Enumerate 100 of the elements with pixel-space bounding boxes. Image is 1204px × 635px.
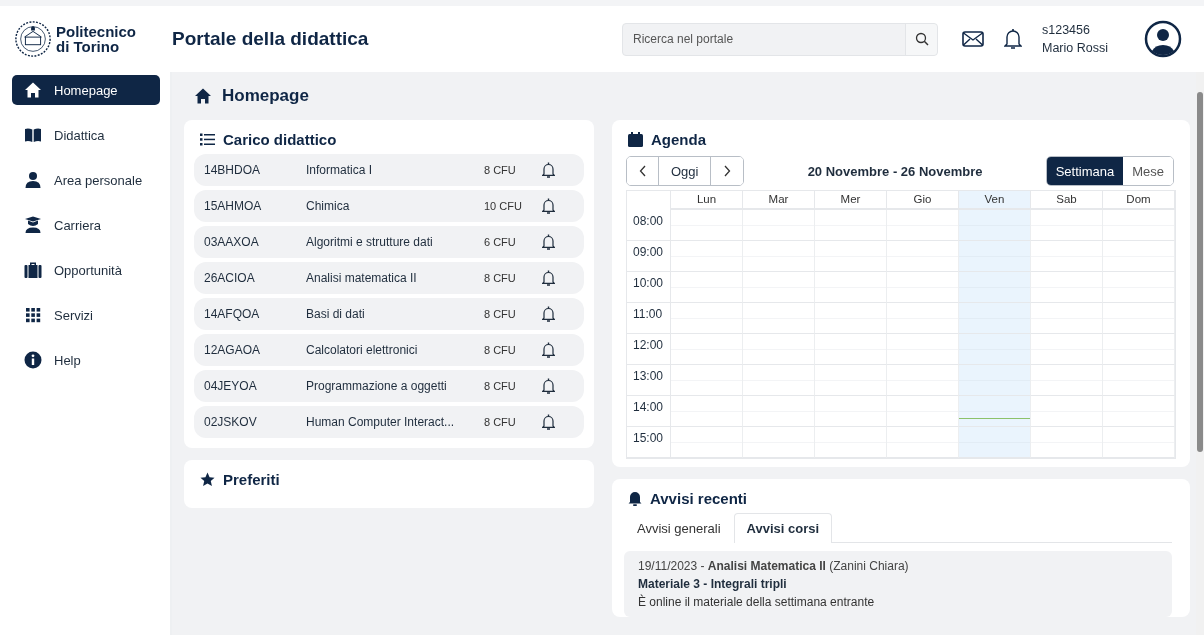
calendar-slot[interactable] — [1103, 365, 1175, 396]
course-row[interactable]: 02JSKOV Human Computer Interact... 8 CFU — [194, 406, 584, 438]
course-row[interactable]: 26ACIOA Analisi matematica II 8 CFU — [194, 262, 584, 294]
bell-icon[interactable] — [542, 270, 555, 286]
sidebar-item[interactable]: Didattica — [12, 120, 160, 150]
calendar-slot[interactable] — [1031, 210, 1103, 241]
calendar-slot[interactable] — [815, 241, 887, 272]
calendar-slot[interactable] — [1103, 272, 1175, 303]
calendar-slot[interactable] — [959, 334, 1031, 365]
calendar-slot[interactable] — [959, 272, 1031, 303]
calendar-slot[interactable] — [1103, 303, 1175, 334]
calendar-slot[interactable] — [671, 396, 743, 427]
calendar-slot[interactable] — [743, 396, 815, 427]
calendar-slot[interactable] — [743, 241, 815, 272]
calendar-slot[interactable] — [815, 396, 887, 427]
calendar-slot[interactable] — [1031, 365, 1103, 396]
calendar-slot[interactable] — [743, 210, 815, 241]
notice-meta: 19/11/2023 - Analisi Matematica II (Zanini Chiara) — [638, 559, 910, 573]
calendar-slot[interactable] — [815, 334, 887, 365]
calendar-slot[interactable] — [1031, 334, 1103, 365]
course-name: Algoritmi e strutture dati — [306, 235, 434, 249]
user-avatar-icon[interactable] — [1144, 20, 1182, 58]
course-code: 15AHMOA — [204, 199, 263, 213]
calendar-slot[interactable] — [671, 241, 743, 272]
sidebar-item[interactable]: Opportunità — [12, 255, 160, 285]
calendar-slot[interactable] — [887, 303, 959, 334]
calendar-slot[interactable] — [671, 427, 743, 458]
calendar-slot[interactable] — [959, 210, 1031, 241]
course-row[interactable]: 14BHDOA Informatica I 8 CFU — [194, 154, 584, 186]
calendar-slot[interactable] — [743, 272, 815, 303]
notification-bell-icon[interactable] — [1004, 28, 1022, 50]
bell-icon[interactable] — [542, 414, 555, 430]
sidebar-item[interactable]: Area personale — [12, 165, 160, 195]
search-button[interactable] — [905, 23, 937, 55]
calendar-slot[interactable] — [1031, 272, 1103, 303]
calendar-slot[interactable] — [671, 210, 743, 241]
calendar-slot[interactable] — [1031, 241, 1103, 272]
calendar-slot[interactable] — [1103, 334, 1175, 365]
notice-tab[interactable]: Avvisi corsi — [733, 513, 833, 543]
course-row[interactable]: 15AHMOA Chimica 10 CFU — [194, 190, 584, 222]
calendar-slot[interactable] — [671, 303, 743, 334]
calendar-slot[interactable] — [959, 427, 1031, 458]
sidebar-item[interactable]: Servizi — [12, 300, 160, 330]
calendar-slot[interactable] — [743, 303, 815, 334]
course-name: Informatica I — [306, 163, 374, 177]
graduate-icon — [24, 216, 42, 234]
sidebar-item[interactable]: Homepage — [12, 75, 160, 105]
star-icon — [200, 471, 215, 487]
calendar-slot[interactable] — [815, 272, 887, 303]
calendar-slot[interactable] — [887, 396, 959, 427]
calendar-slot[interactable] — [743, 427, 815, 458]
calendar-slot[interactable] — [887, 210, 959, 241]
calendar-slot[interactable] — [887, 272, 959, 303]
calendar-slot[interactable] — [887, 241, 959, 272]
bell-icon[interactable] — [542, 198, 555, 214]
sidebar-item[interactable]: Carriera — [12, 210, 160, 240]
calendar-slot[interactable] — [671, 272, 743, 303]
calendar-slot[interactable] — [959, 396, 1031, 427]
home-icon — [194, 87, 212, 105]
previous-button[interactable] — [627, 157, 659, 185]
calendar-slot[interactable] — [815, 303, 887, 334]
calendar-slot[interactable] — [959, 241, 1031, 272]
calendar-slot[interactable] — [671, 334, 743, 365]
view-toggle[interactable]: Settimana — [1046, 157, 1124, 185]
card-title: Agenda — [651, 130, 706, 148]
calendar-slot[interactable] — [1031, 303, 1103, 334]
bell-icon[interactable] — [542, 162, 555, 178]
calendar-slot[interactable] — [815, 365, 887, 396]
course-row[interactable]: 12AGAOA Calcolatori elettronici 8 CFU — [194, 334, 584, 366]
search-input[interactable]: Ricerca nel portale — [623, 23, 905, 55]
calendar-slot[interactable] — [959, 365, 1031, 396]
calendar-slot[interactable] — [887, 334, 959, 365]
search-field[interactable]: Ricerca nel portale — [622, 22, 938, 56]
bell-icon[interactable] — [542, 234, 555, 250]
calendar-slot[interactable] — [1031, 427, 1103, 458]
bell-icon[interactable] — [542, 342, 555, 358]
bell-icon[interactable] — [542, 306, 555, 322]
notice-item[interactable]: 19/11/2023 - Analisi Matematica II (Zanini Chiara) Materiale 3 - Integrali tripli È online il materiale della settimana entrante — [624, 551, 1172, 617]
calendar-slot[interactable] — [1103, 396, 1175, 427]
calendar-slot[interactable] — [1103, 241, 1175, 272]
calendar-slot[interactable] — [743, 334, 815, 365]
home-icon — [24, 81, 42, 99]
calendar-slot[interactable] — [887, 365, 959, 396]
calendar-slot[interactable] — [1031, 396, 1103, 427]
course-row[interactable]: 03AAXOA Algoritmi e strutture dati 6 CFU — [194, 226, 584, 258]
mail-icon[interactable] — [962, 31, 984, 47]
course-row[interactable]: 04JEYOA Programmazione a oggetti 8 CFU — [194, 370, 584, 402]
calendar-slot[interactable] — [887, 427, 959, 458]
calendar-slot[interactable] — [815, 427, 887, 458]
calendar-slot[interactable] — [743, 365, 815, 396]
calendar-slot[interactable] — [815, 210, 887, 241]
course-code: 03AAXOA — [204, 235, 260, 249]
sidebar-item[interactable]: Help — [12, 345, 160, 375]
calendar-slot[interactable] — [1103, 427, 1175, 458]
calendar-slot[interactable] — [671, 365, 743, 396]
calendar-slot[interactable] — [959, 303, 1031, 334]
bell-icon[interactable] — [542, 378, 555, 394]
course-row[interactable]: 14AFQOA Basi di dati 8 CFU — [194, 298, 584, 330]
course-credits: 8 CFU — [484, 308, 517, 320]
calendar-slot[interactable] — [1103, 210, 1175, 241]
